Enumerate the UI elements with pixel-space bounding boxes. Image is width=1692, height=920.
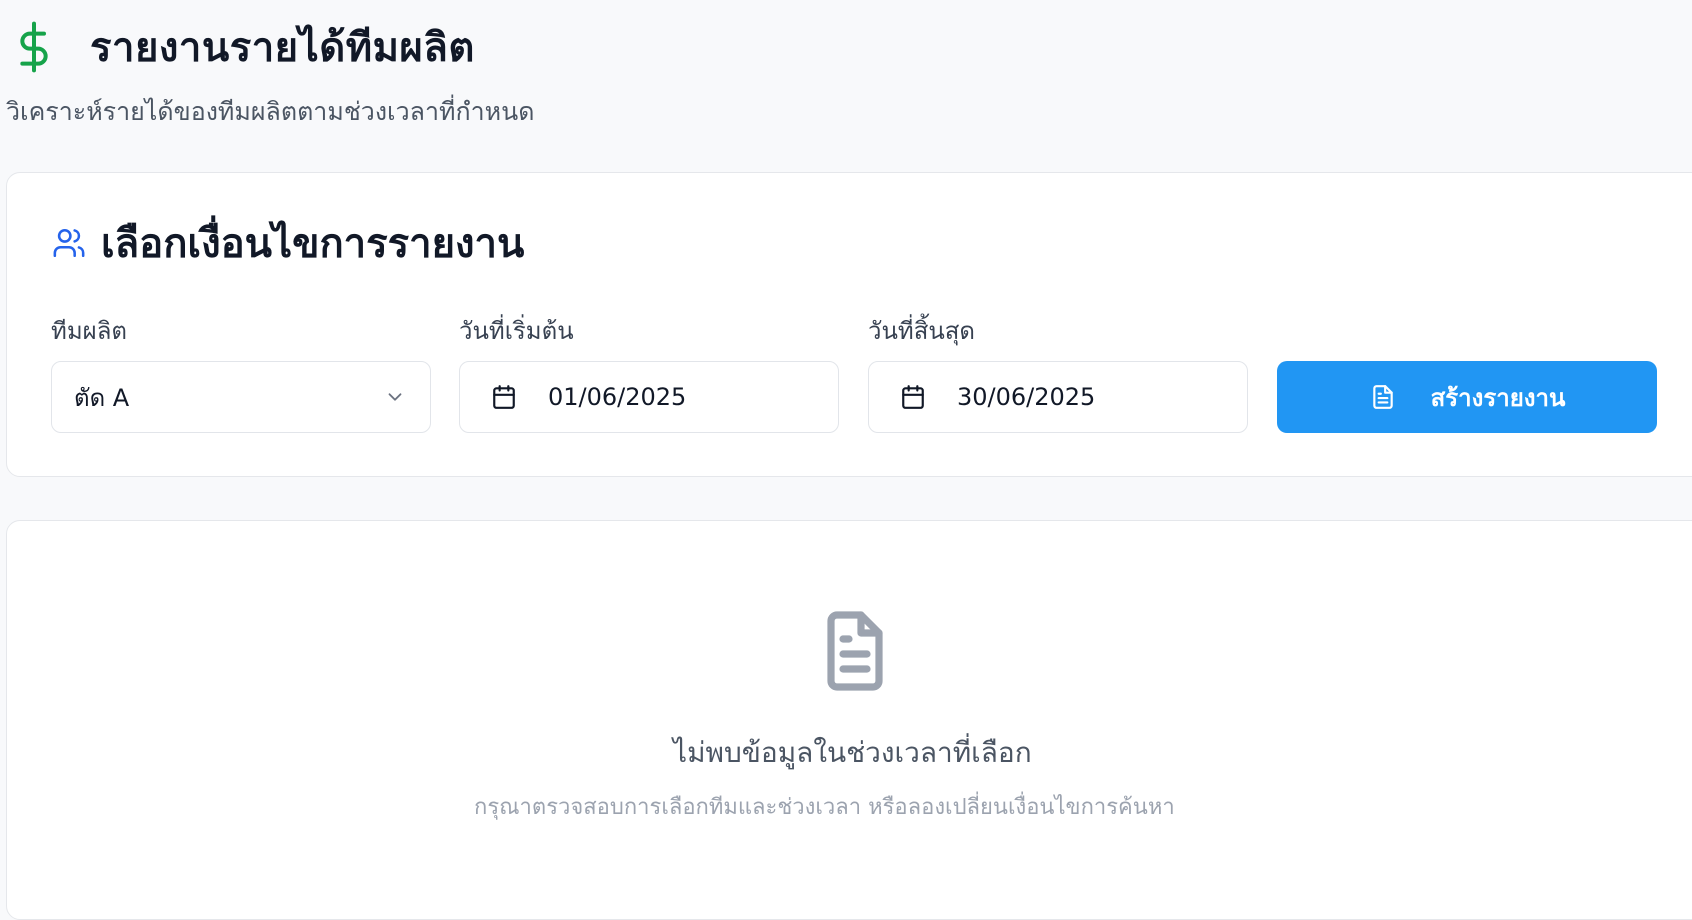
file-text-icon	[1369, 383, 1397, 411]
report-result-card: ไม่พบข้อมูลในช่วงเวลาที่เลือก กรุณาตรวจส…	[6, 520, 1692, 920]
team-select-value: ตัด A	[74, 383, 130, 412]
dollar-sign-icon	[14, 20, 54, 74]
end-date-value: 30/06/2025	[957, 383, 1096, 411]
page-title: รายงานรายได้ทีมผลิต	[90, 25, 475, 71]
end-date-label: วันที่สิ้นสุด	[868, 317, 975, 345]
report-filter-card: เลือกเงื่อนไขการรายงาน ทีมผลิต วันที่เริ…	[6, 172, 1692, 477]
users-icon	[51, 225, 87, 261]
file-text-icon	[817, 609, 893, 693]
start-date-label: วันที่เริ่มต้น	[459, 317, 574, 345]
create-report-button[interactable]: สร้างรายงาน	[1277, 361, 1657, 433]
team-select[interactable]: ตัด A	[51, 361, 431, 433]
empty-state-title: ไม่พบข้อมูลในช่วงเวลาที่เลือก	[673, 736, 1032, 769]
empty-state-description: กรุณาตรวจสอบการเลือกทีมและช่วงเวลา หรือล…	[474, 795, 1175, 820]
calendar-icon	[899, 383, 927, 411]
page-subtitle: วิเคราะห์รายได้ของทีมผลิตตามช่วงเวลาที่ก…	[6, 97, 535, 126]
start-date-value: 01/06/2025	[548, 383, 687, 411]
empty-state: ไม่พบข้อมูลในช่วงเวลาที่เลือก กรุณาตรวจส…	[7, 609, 1692, 869]
filter-card-title: เลือกเงื่อนไขการรายงาน	[101, 221, 525, 267]
end-date-input[interactable]: 30/06/2025	[868, 361, 1248, 433]
calendar-icon	[490, 383, 518, 411]
start-date-input[interactable]: 01/06/2025	[459, 361, 839, 433]
filter-card-header: เลือกเงื่อนไขการรายงาน	[51, 213, 524, 273]
title-row: รายงานรายได้ทีมผลิต	[14, 20, 475, 74]
create-report-label: สร้างรายงาน	[1430, 384, 1566, 412]
team-label: ทีมผลิต	[51, 317, 127, 345]
chevron-down-icon	[382, 384, 408, 410]
